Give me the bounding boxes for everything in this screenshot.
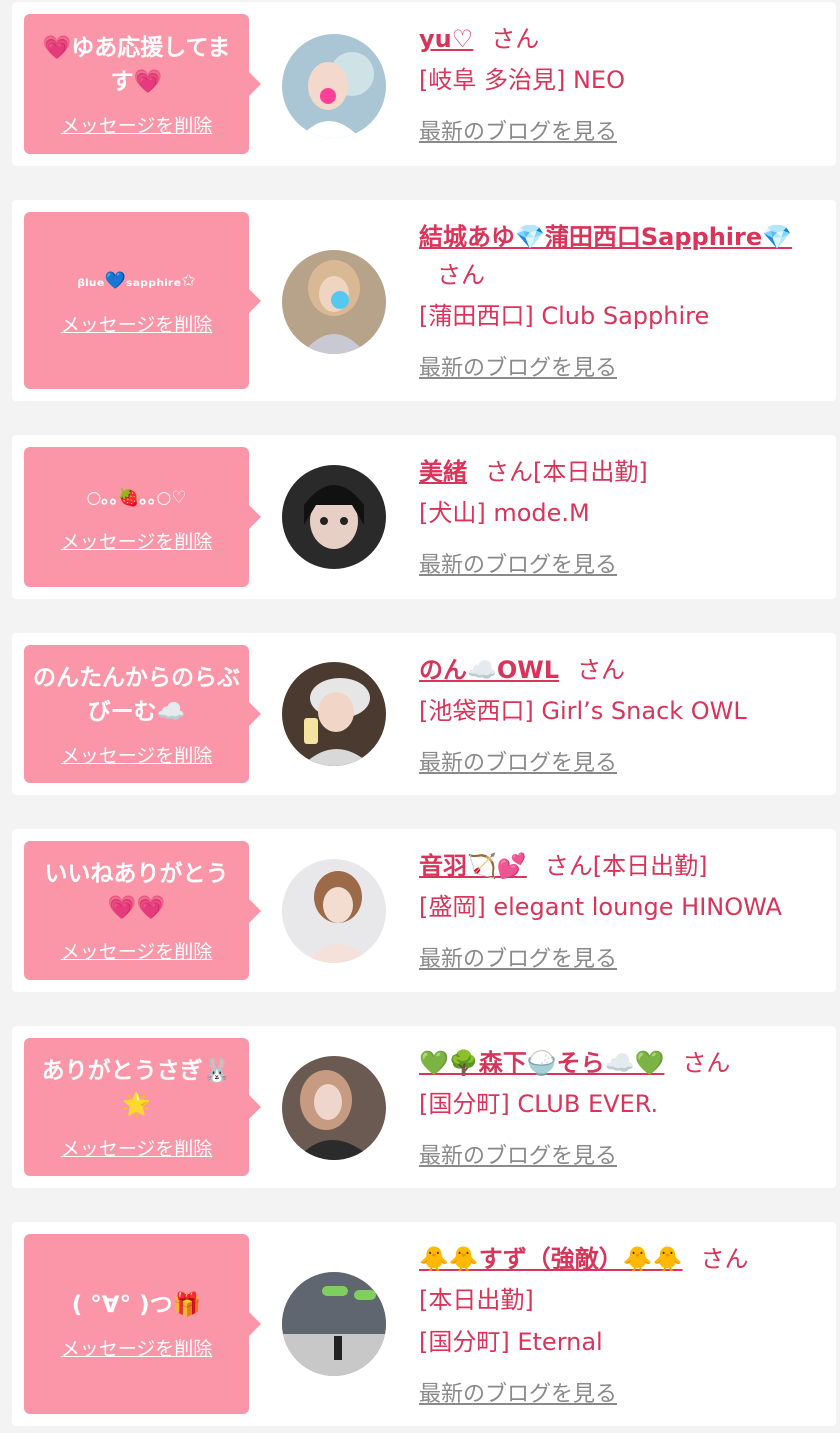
shop-info: [盛岡] elegant lounge HINOWA: [419, 893, 782, 921]
message-bubble: いいねありがとう💗💗 メッセージを削除: [24, 841, 261, 980]
delete-message-link[interactable]: メッセージを削除: [61, 937, 213, 964]
cast-name-link[interactable]: 🐥🐥すず（強敵）🐥🐥: [419, 1245, 683, 1273]
cast-info: yu♡ さん [岐阜 多治見] NEO 最新のブログを見る: [419, 20, 826, 146]
message-bubble: のんたんからのらぶびーむ☁️ メッセージを削除: [24, 645, 261, 783]
cast-card: 💗ゆあ応援してます💗 メッセージを削除 yu♡ さん [岐阜 多治見] NEO 最…: [12, 2, 836, 166]
shop-info: [犬山] mode.M: [419, 499, 590, 527]
honorific: さん: [485, 458, 533, 486]
shop-info: [国分町] Eternal: [419, 1328, 603, 1356]
shop-info: [国分町] CLUB EVER.: [419, 1090, 659, 1118]
message-text: のんたんからのらぶびーむ☁️: [33, 664, 240, 725]
shop-info: [岐阜 多治見] NEO: [419, 66, 625, 94]
cast-avatar[interactable]: [282, 465, 386, 569]
latest-blog-link[interactable]: 最新のブログを見る: [419, 1138, 617, 1170]
working-today-badge: [本日出勤]: [533, 458, 648, 486]
cast-card: ○｡｡🍓｡｡○♡ メッセージを削除 美緒 さん[本日出勤] [犬山] mode.M…: [12, 435, 836, 599]
cast-name-link[interactable]: 音羽🏹💕: [419, 852, 527, 880]
delete-message-link[interactable]: メッセージを削除: [61, 741, 213, 768]
honorific: さん: [437, 261, 485, 289]
cast-avatar[interactable]: [282, 1272, 386, 1376]
message-text: ᵦₗᵤₑ💙ₛₐₚₚₕᵢᵣₑ✩: [77, 271, 196, 291]
delete-message-link[interactable]: メッセージを削除: [61, 111, 213, 138]
favorite-cast-list: 💗ゆあ応援してます💗 メッセージを削除 yu♡ さん [岐阜 多治見] NEO 最…: [0, 0, 840, 1433]
latest-blog-link[interactable]: 最新のブログを見る: [419, 1376, 617, 1408]
honorific: さん: [682, 1049, 731, 1077]
honorific: さん: [700, 1245, 749, 1273]
cast-info: のん☁️OWL さん [池袋西口] Girl’s Snack OWL 最新のブログ…: [419, 651, 826, 777]
message-bubble: ᵦₗᵤₑ💙ₛₐₚₚₕᵢᵣₑ✩ メッセージを削除: [24, 212, 261, 389]
cast-name-link[interactable]: 美緒: [419, 458, 467, 486]
cast-card: ( °∀° )つ🎁 メッセージを削除 🐥🐥すず（強敵）🐥🐥 さん [本日出勤] […: [12, 1222, 836, 1426]
message-text: 💗ゆあ応援してます💗: [42, 34, 231, 95]
cast-name-link[interactable]: yu♡: [419, 25, 473, 53]
delete-message-link[interactable]: メッセージを削除: [61, 527, 213, 554]
cast-avatar[interactable]: [282, 250, 386, 354]
message-text: ( °∀° )つ🎁: [71, 1291, 202, 1318]
latest-blog-link[interactable]: 最新のブログを見る: [419, 114, 617, 146]
cast-avatar[interactable]: [282, 662, 386, 766]
cast-avatar[interactable]: [282, 1056, 386, 1160]
cast-card: ありがとうさぎ🐰🌟 メッセージを削除 💚🌳森下🍚そら☁️💚 さん [国分町] CL…: [12, 1026, 836, 1188]
cast-info: 結城あゆ💎蒲田西口Sapphire💎 さん [蒲田西口] Club Sapphir…: [419, 218, 826, 382]
honorific: さん: [544, 852, 593, 880]
cast-card: のんたんからのらぶびーむ☁️ メッセージを削除 のん☁️OWL さん [池袋西口]…: [12, 633, 836, 795]
honorific: さん: [577, 656, 626, 684]
working-today-badge: [本日出勤]: [419, 1286, 534, 1314]
delete-message-link[interactable]: メッセージを削除: [61, 310, 213, 337]
delete-message-link[interactable]: メッセージを削除: [61, 1334, 213, 1361]
latest-blog-link[interactable]: 最新のブログを見る: [419, 941, 617, 973]
message-bubble: ○｡｡🍓｡｡○♡ メッセージを削除: [24, 447, 261, 587]
message-text: いいねありがとう💗💗: [44, 861, 229, 921]
cast-info: 💚🌳森下🍚そら☁️💚 さん [国分町] CLUB EVER. 最新のブログを見る: [419, 1044, 826, 1170]
message-bubble: 💗ゆあ応援してます💗 メッセージを削除: [24, 14, 261, 154]
cast-name-link[interactable]: のん☁️OWL: [419, 656, 559, 684]
message-text: ありがとうさぎ🐰🌟: [41, 1057, 232, 1118]
shop-info: [池袋西口] Girl’s Snack OWL: [419, 697, 747, 725]
working-today-badge: [本日出勤]: [592, 852, 708, 880]
cast-card: いいねありがとう💗💗 メッセージを削除 音羽🏹💕 さん[本日出勤] [盛岡] el…: [12, 829, 836, 992]
cast-card: ᵦₗᵤₑ💙ₛₐₚₚₕᵢᵣₑ✩ メッセージを削除 結城あゆ💎蒲田西口Sapphir…: [12, 200, 836, 401]
message-bubble: ありがとうさぎ🐰🌟 メッセージを削除: [24, 1038, 261, 1176]
cast-info: 美緒 さん[本日出勤] [犬山] mode.M 最新のブログを見る: [419, 453, 826, 579]
cast-avatar[interactable]: [282, 859, 386, 963]
cast-avatar[interactable]: [282, 34, 386, 138]
delete-message-link[interactable]: メッセージを削除: [61, 1134, 213, 1161]
shop-info: [蒲田西口] Club Sapphire: [419, 302, 710, 330]
latest-blog-link[interactable]: 最新のブログを見る: [419, 350, 617, 382]
cast-info: 音羽🏹💕 さん[本日出勤] [盛岡] elegant lounge HINOWA …: [419, 847, 826, 973]
message-text: ○｡｡🍓｡｡○♡: [86, 487, 187, 508]
latest-blog-link[interactable]: 最新のブログを見る: [419, 745, 617, 777]
cast-name-link[interactable]: 結城あゆ💎蒲田西口Sapphire💎: [419, 223, 792, 251]
cast-name-link[interactable]: 💚🌳森下🍚そら☁️💚: [419, 1049, 664, 1077]
cast-info: 🐥🐥すず（強敵）🐥🐥 さん [本日出勤] [国分町] Eternal 最新のブログ…: [419, 1240, 826, 1408]
honorific: さん: [491, 25, 540, 53]
latest-blog-link[interactable]: 最新のブログを見る: [419, 547, 617, 579]
message-bubble: ( °∀° )つ🎁 メッセージを削除: [24, 1234, 261, 1414]
